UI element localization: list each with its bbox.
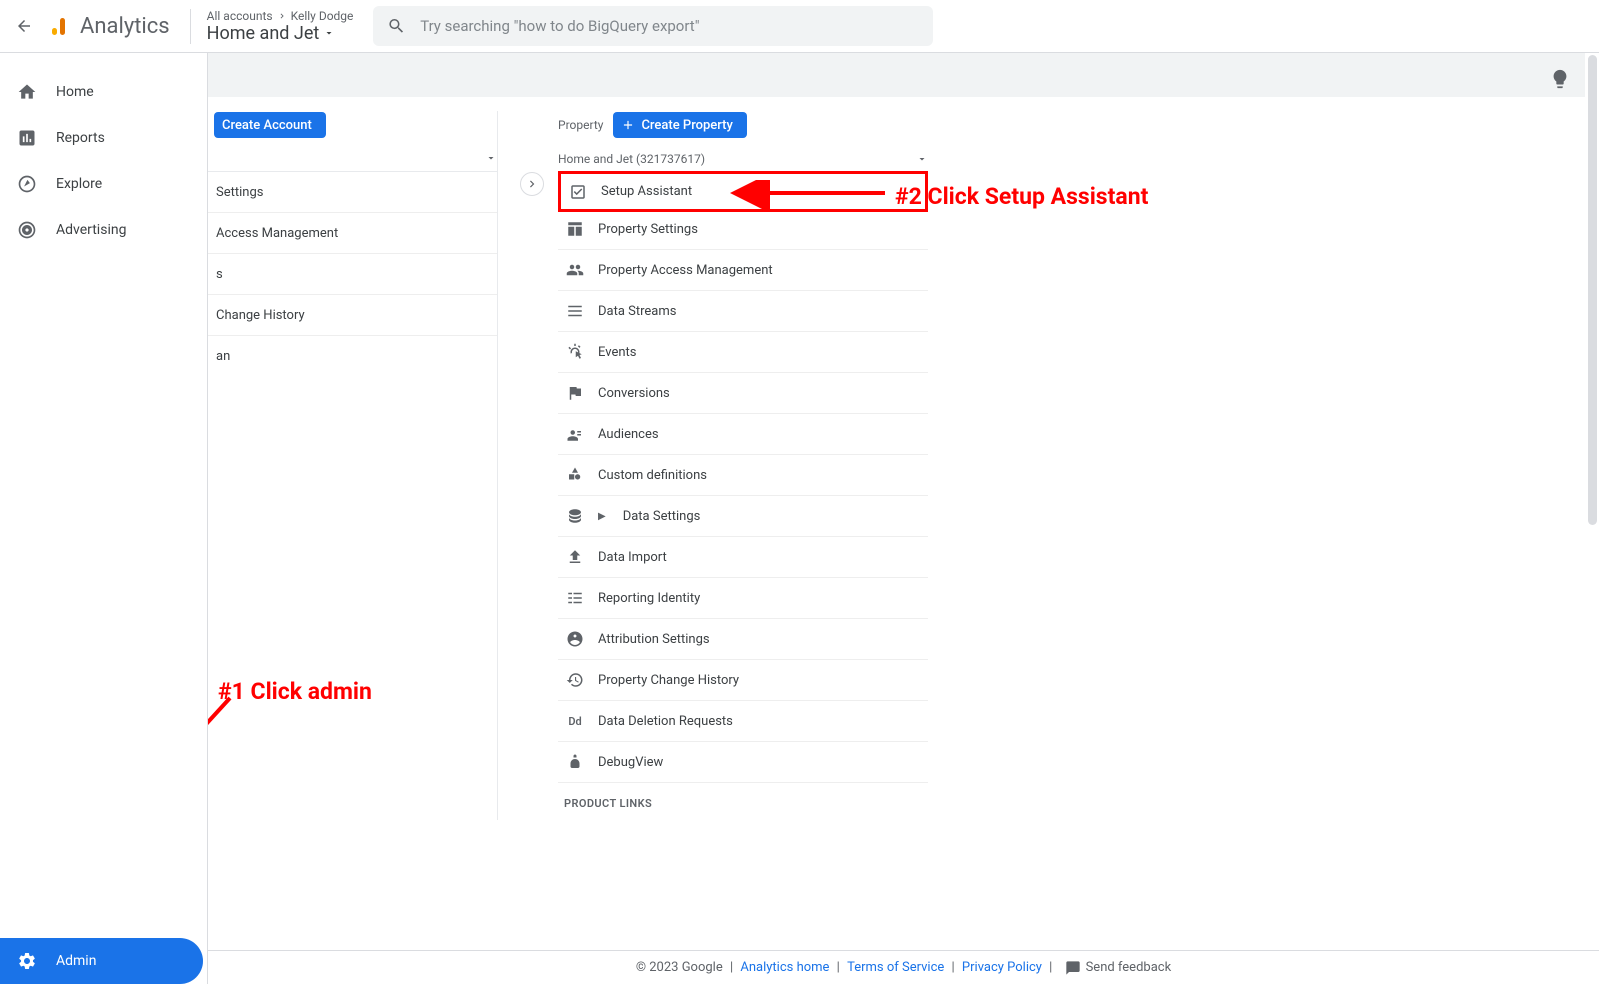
account-access-management-link[interactable]: Access Management [208,213,497,254]
property-selector[interactable]: Home and Jet (321737617) [558,145,928,174]
account-column: Create Account Settings Access Managemen… [208,111,498,820]
breadcrumb-property-selector[interactable]: Home and Jet [207,23,354,44]
reports-icon [16,127,38,149]
footer: © 2023 Google | Analytics home | Terms o… [208,950,1599,984]
advertising-icon [16,219,38,241]
sidebar-item-admin[interactable]: Admin [0,938,203,984]
sidebar-item-label: Home [56,84,94,100]
account-trash-link[interactable]: an [208,336,497,377]
data-import-link[interactable]: Data Import [558,537,928,578]
analytics-logo-icon [48,14,72,38]
breadcrumb[interactable]: All accounts Kelly Dodge Home and Jet [190,9,354,44]
footer-analytics-home-link[interactable]: Analytics home [740,960,829,975]
explore-icon [16,173,38,195]
sidebar-item-advertising[interactable]: Advertising [0,207,203,253]
audience-icon [566,425,584,443]
header: Analytics All accounts Kelly Dodge Home … [0,0,1599,53]
account-selector[interactable] [208,145,497,172]
data-settings-link[interactable]: ▶ Data Settings [558,496,928,537]
property-change-history-link[interactable]: Property Change History [558,660,928,701]
scrollbar-thumb[interactable] [1588,55,1597,525]
checkbox-outline-icon [569,183,587,201]
chevron-down-icon [485,152,497,164]
scrollbar-track[interactable] [1585,53,1599,950]
history-icon [566,671,584,689]
insights-button[interactable] [1549,68,1571,90]
flag-icon [566,384,584,402]
search-icon [387,16,406,36]
sidebar-item-explore[interactable]: Explore [0,161,203,207]
database-icon [566,507,584,525]
sidebar-item-reports[interactable]: Reports [0,115,203,161]
sidebar-item-home[interactable]: Home [0,69,203,115]
breadcrumb-top: All accounts Kelly Dodge [207,9,354,23]
chevron-down-icon [323,27,335,39]
property-access-management-link[interactable]: Property Access Management [558,250,928,291]
shapes-icon [566,466,584,484]
plus-icon [621,118,635,132]
create-account-button[interactable]: Create Account [214,112,326,138]
layout-icon [566,220,584,238]
upload-icon [566,548,584,566]
product-name: Analytics [80,14,170,39]
click-icon [566,343,584,361]
home-icon [16,81,38,103]
create-property-button[interactable]: Create Property [613,112,746,138]
chevron-down-icon [916,153,928,165]
sidebar-item-label: Explore [56,176,102,192]
back-button[interactable] [12,14,36,38]
search-input[interactable] [420,17,919,35]
analytics-logo[interactable]: Analytics [48,14,170,39]
property-column-title: Property [558,118,603,132]
attribution-settings-link[interactable]: Attribution Settings [558,619,928,660]
property-settings-link[interactable]: Property Settings [558,209,928,250]
setup-assistant-link[interactable]: Setup Assistant [558,171,928,212]
dd-icon: Dd [566,712,584,730]
sidebar-item-label: Admin [56,953,96,969]
arrow-right-circle-icon [525,177,539,191]
column-collapse-button[interactable] [520,172,544,196]
people-icon [566,261,584,279]
chevron-right-icon [277,11,287,21]
streams-icon [566,302,584,320]
reporting-identity-link[interactable]: Reporting Identity [558,578,928,619]
account-change-history-link[interactable]: Change History [208,295,497,336]
send-feedback-button[interactable]: Send feedback [1065,960,1172,976]
copyright-text: © 2023 Google [636,960,723,975]
data-deletion-requests-link[interactable]: Dd Data Deletion Requests [558,701,928,742]
account-settings-link[interactable]: Settings [208,172,497,213]
data-streams-link[interactable]: Data Streams [558,291,928,332]
account-filters-link[interactable]: s [208,254,497,295]
debug-icon [566,753,584,771]
arrow-left-icon [15,17,33,35]
gear-icon [16,950,38,972]
sidebar-item-label: Advertising [56,222,126,238]
footer-terms-link[interactable]: Terms of Service [847,960,944,975]
footer-privacy-link[interactable]: Privacy Policy [962,960,1042,975]
product-links-heading: PRODUCT LINKS [558,783,928,820]
events-link[interactable]: Events [558,332,928,373]
search-bar[interactable] [373,6,933,46]
custom-definitions-link[interactable]: Custom definitions [558,455,928,496]
identity-icon [566,589,584,607]
debugview-link[interactable]: DebugView [558,742,928,783]
audiences-link[interactable]: Audiences [558,414,928,455]
sidebar: Home Reports Explore Advertising Admin [0,53,208,984]
lightbulb-icon [1549,68,1571,90]
feedback-icon [1065,960,1081,976]
main-content: Create Account Settings Access Managemen… [208,53,1599,950]
property-column: Property Create Property Home and Jet (3… [558,111,928,820]
conversions-link[interactable]: Conversions [558,373,928,414]
caret-right-icon: ▶ [598,511,606,522]
attribution-icon [566,630,584,648]
sidebar-item-label: Reports [56,130,105,146]
